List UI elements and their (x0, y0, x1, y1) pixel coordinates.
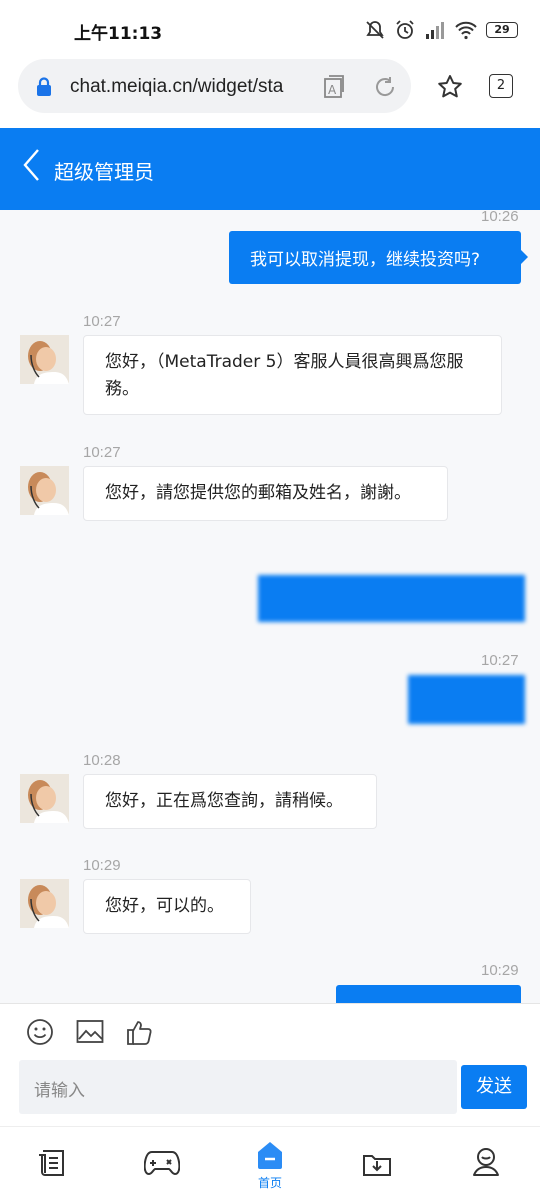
reader-mode-icon[interactable]: A (320, 74, 346, 100)
download-icon[interactable] (361, 1147, 393, 1179)
outgoing-message-redacted (408, 675, 525, 724)
tabs-button[interactable]: 2 (489, 74, 513, 98)
message-text: 我可以取消提现，继续投资吗? (250, 250, 481, 270)
battery-icon: 29 (486, 22, 518, 38)
nav-home-label: 首页 (257, 1176, 282, 1190)
browser-toolbar: chat.meiqia.cn/widget/sta A 2 (0, 56, 540, 128)
agent-name: 超级管理员 (54, 160, 154, 184)
message-text: 您好，正在爲您查詢，請稍候。 (105, 791, 343, 811)
outgoing-message (336, 985, 521, 1003)
home-icon (258, 1142, 282, 1169)
address-bar[interactable]: chat.meiqia.cn/widget/sta A (18, 59, 411, 113)
battery-level: 29 (494, 23, 510, 36)
input-placeholder: 请输入 (34, 1081, 85, 1101)
message-time: 10:29 (481, 962, 519, 979)
message-time: 10:27 (83, 313, 121, 330)
tab-count: 2 (496, 78, 506, 93)
outgoing-message-redacted (258, 575, 525, 622)
alarm-icon (396, 20, 414, 39)
status-icons: 29 (364, 18, 518, 42)
chat-header: 超级管理员 (0, 128, 540, 210)
send-button[interactable]: 发送 (461, 1065, 527, 1109)
wifi-icon (455, 21, 477, 40)
status-bar: 上午11:13 29 (0, 0, 540, 56)
message-input[interactable]: 请输入 (19, 1060, 457, 1114)
message-composer: 请输入 发送 (0, 1003, 540, 1127)
profile-icon[interactable] (470, 1146, 502, 1178)
agent-avatar (20, 466, 69, 515)
chat-messages[interactable]: 10:26 我可以取消提现，继续投资吗? 10:27 您好，（MetaTrade… (0, 210, 540, 1003)
back-arrow-icon[interactable] (22, 148, 42, 182)
incoming-message: 您好，可以的。 (83, 879, 251, 934)
outgoing-message: 我可以取消提现，继续投资吗? (229, 231, 521, 284)
clock: 上午11:13 (74, 24, 163, 44)
game-controller-icon[interactable] (144, 1149, 180, 1177)
incoming-message: 您好，請您提供您的郵箱及姓名，謝謝。 (83, 466, 448, 521)
emoji-icon[interactable] (26, 1018, 54, 1046)
signal-icon (426, 22, 444, 39)
thumbs-up-icon[interactable] (126, 1018, 154, 1046)
message-time: 10:28 (83, 752, 121, 769)
reload-icon[interactable] (372, 74, 398, 100)
incoming-message: 您好，正在爲您查詢，請稍候。 (83, 774, 377, 829)
message-time: 10:26 (481, 210, 519, 225)
agent-avatar (20, 335, 69, 384)
star-icon[interactable] (436, 73, 464, 101)
message-time: 10:29 (83, 857, 121, 874)
bottom-nav: 首页 (0, 1126, 540, 1201)
message-time: 10:27 (481, 652, 519, 669)
image-icon[interactable] (76, 1019, 104, 1045)
bubble-tail (521, 250, 528, 264)
svg-text:A: A (328, 83, 337, 97)
agent-avatar (20, 879, 69, 928)
message-text: 您好，請您提供您的郵箱及姓名，謝謝。 (105, 483, 411, 503)
news-icon[interactable] (37, 1147, 69, 1179)
url-text[interactable]: chat.meiqia.cn/widget/sta (70, 76, 298, 98)
lock-icon (37, 77, 51, 96)
message-text: 您好，可以的。 (105, 896, 224, 916)
message-time: 10:27 (83, 444, 121, 461)
message-text: 您好，（MetaTrader 5）客服人員很高興爲您服務。 (105, 352, 464, 399)
incoming-message: 您好，（MetaTrader 5）客服人員很高興爲您服務。 (83, 335, 502, 415)
agent-avatar (20, 774, 69, 823)
nav-home[interactable]: 首页 (252, 1140, 288, 1196)
mute-icon (366, 21, 384, 39)
